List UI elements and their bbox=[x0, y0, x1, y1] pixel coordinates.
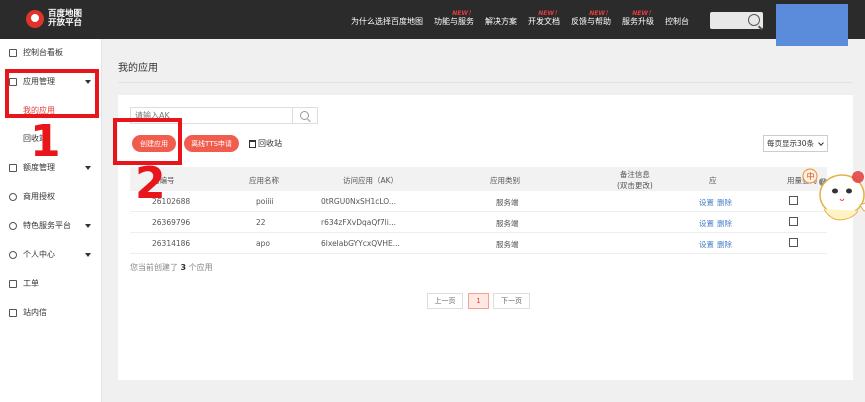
annotation-box-1 bbox=[5, 69, 99, 118]
delete-link[interactable]: 删除 bbox=[717, 239, 732, 250]
sidebar-item-dashboard[interactable]: 控制台看板 bbox=[9, 47, 63, 58]
table-row: 26102688 poiiii 0tRGU0NxSH1cLO... 服务端 设置… bbox=[130, 191, 827, 212]
chevron-down-icon bbox=[85, 252, 91, 257]
offline-tts-button[interactable]: 离线TTS申请 bbox=[184, 135, 239, 152]
new-badge: NEW！ bbox=[632, 10, 654, 17]
cell-name: poiiii bbox=[256, 197, 274, 206]
cell-name: 22 bbox=[256, 218, 266, 227]
cell-name: apo bbox=[256, 239, 270, 248]
chevron-down-icon bbox=[85, 223, 91, 228]
cell-category: 服务端 bbox=[496, 198, 519, 207]
cell-category: 服务端 bbox=[496, 219, 519, 228]
cell-ak: r634zFXvDqaQf7li... bbox=[321, 218, 396, 227]
dashboard-icon bbox=[9, 48, 17, 57]
divider bbox=[118, 82, 853, 83]
logo-mark-icon bbox=[26, 10, 44, 28]
delete-link[interactable]: 删除 bbox=[717, 218, 732, 229]
chevron-down-icon bbox=[818, 140, 824, 146]
top-search-box[interactable] bbox=[710, 12, 763, 29]
table-row: 26369796 22 r634zFXvDqaQf7li... 服务端 设置 删… bbox=[130, 212, 827, 233]
th-remark: 备注信息 (双击更改) bbox=[617, 170, 653, 190]
nav-why-baidu[interactable]: 为什么选择百度地图 bbox=[351, 16, 423, 27]
delete-link[interactable]: 删除 bbox=[717, 197, 732, 208]
nav-console[interactable]: 控制台 bbox=[665, 16, 689, 27]
annotation-number-2: 2 bbox=[135, 158, 166, 209]
apps-card: 创建应用 离线TTS申请 回收站 每页显示30条 用编号 应用名称 访问应用（A… bbox=[118, 95, 853, 380]
ak-search-button[interactable] bbox=[293, 107, 318, 124]
cell-id: 26369796 bbox=[152, 218, 191, 227]
trash-icon bbox=[249, 139, 256, 148]
page-size-select[interactable]: 每页显示30条 bbox=[763, 135, 828, 152]
mail-icon bbox=[9, 308, 17, 317]
usage-chart-icon[interactable] bbox=[789, 217, 798, 226]
sidebar-item-messages[interactable]: 站内信 bbox=[9, 307, 47, 318]
page-1-button[interactable]: 1 bbox=[468, 293, 489, 309]
sliders-icon bbox=[9, 163, 17, 172]
main-nav: 为什么选择百度地图 NEW！ 功能与服务 解决方案 NEW！ 开发文档 NEW！ 反馈… bbox=[351, 10, 700, 27]
heart-icon bbox=[9, 221, 17, 230]
usage-chart-icon[interactable] bbox=[789, 238, 798, 247]
cell-category: 服务端 bbox=[496, 240, 519, 249]
set-link[interactable]: 设置 bbox=[699, 218, 714, 229]
th-category: 应用类别 bbox=[490, 176, 520, 185]
cell-id: 26314186 bbox=[152, 239, 191, 248]
set-link[interactable]: 设置 bbox=[699, 239, 714, 250]
new-badge: NEW！ bbox=[452, 10, 474, 17]
user-icon bbox=[9, 250, 17, 259]
next-page-button[interactable]: 下一页 bbox=[493, 293, 530, 309]
nav-solutions[interactable]: 解决方案 bbox=[485, 16, 517, 27]
nav-feedback[interactable]: NEW！ 反馈与帮助 bbox=[571, 10, 611, 27]
nav-features[interactable]: NEW！ 功能与服务 bbox=[434, 10, 474, 27]
set-link[interactable]: 设置 bbox=[699, 197, 714, 208]
table-header: 用编号 应用名称 访问应用（AK） 应用类别 备注信息 (双击更改) 应 用量查… bbox=[130, 167, 827, 191]
sidebar-item-workorder[interactable]: 工单 bbox=[9, 278, 39, 289]
th-ak: 访问应用（AK） bbox=[343, 176, 399, 185]
table-row: 26314186 apo 6lxelabGYYcxQVHE... 服务端 设置 … bbox=[130, 233, 827, 254]
document-icon bbox=[9, 279, 17, 288]
th-ops: 应 bbox=[709, 176, 717, 185]
baidu-map-logo[interactable]: 百度地图 开放平台 bbox=[26, 8, 88, 30]
mascot-badge: 中 bbox=[807, 171, 815, 181]
sidebar-item-commercial[interactable]: 商用授权 bbox=[9, 191, 55, 202]
sidebar-item-special[interactable]: 特色服务平台 bbox=[9, 220, 99, 231]
main-content: 我的应用 创建应用 离线TTS申请 回收站 每页显示30条 用编号 应用名称 访… bbox=[102, 39, 865, 402]
app-count-summary: 您当前创建了 3 个应用 bbox=[130, 263, 213, 272]
search-icon[interactable] bbox=[748, 14, 760, 26]
page-title: 我的应用 bbox=[118, 63, 158, 74]
mascot-illustration: 中 bbox=[802, 168, 865, 221]
th-name: 应用名称 bbox=[249, 176, 279, 185]
usage-chart-icon[interactable] bbox=[789, 196, 798, 205]
search-icon bbox=[300, 111, 309, 120]
top-navbar: 百度地图 开放平台 为什么选择百度地图 NEW！ 功能与服务 解决方案 NEW！开… bbox=[0, 0, 865, 39]
cell-ak: 6lxelabGYYcxQVHE... bbox=[321, 239, 400, 248]
cell-ak: 0tRGU0NxSH1cLO... bbox=[321, 197, 397, 206]
recycle-bin-link[interactable]: 回收站 bbox=[249, 138, 282, 149]
sidebar-item-personal[interactable]: 个人中心 bbox=[9, 249, 99, 260]
new-badge: NEW！ bbox=[589, 10, 611, 17]
prev-page-button[interactable]: 上一页 bbox=[427, 293, 463, 309]
chevron-down-icon bbox=[85, 165, 91, 170]
nav-docs[interactable]: NEW！ 开发文档 bbox=[528, 10, 560, 27]
annotation-number-1: 1 bbox=[30, 116, 61, 167]
logo-line2: 开放平台 bbox=[48, 18, 83, 28]
new-badge: NEW！ bbox=[538, 10, 560, 17]
shield-icon bbox=[9, 192, 17, 201]
nav-upgrade[interactable]: NEW！ 服务升级 bbox=[622, 10, 654, 27]
